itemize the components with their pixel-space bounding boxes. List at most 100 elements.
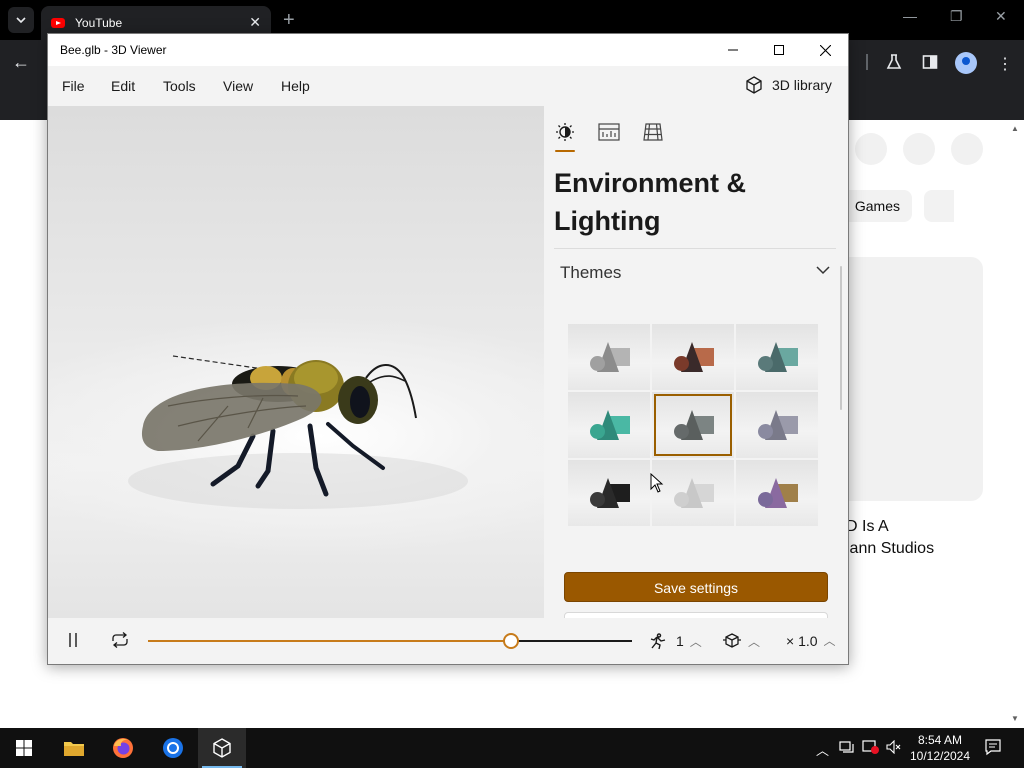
taskbar-firefox[interactable] [99,728,147,768]
menu-tools[interactable]: Tools [163,78,196,94]
theme-preview-sphere [674,424,689,439]
profile-avatar-icon[interactable] [955,52,977,74]
timeline-thumb[interactable] [503,633,519,649]
show-hidden-icons-icon[interactable]: ︿ [816,740,829,759]
theme-preview-sphere [758,356,773,371]
toolbar-divider [866,54,868,70]
notification-icon [985,739,1001,756]
chevron-up-icon: ︿ [748,634,761,649]
channel-avatar[interactable] [903,133,935,165]
themes-expander[interactable]: Themes [554,254,836,294]
theme-tile[interactable] [736,460,818,526]
video-thumbnail[interactable] [836,257,983,501]
theme-preview-sphere [674,492,689,507]
browser-restore-icon[interactable]: ❐ [950,8,963,25]
browser-minimize-icon[interactable]: — [903,8,917,24]
tab-grid-views[interactable] [641,120,665,144]
video-channel-line: lann Studios [846,540,935,557]
close-tab-icon[interactable]: ✕ [249,14,261,31]
close-button[interactable] [802,34,848,66]
theme-tile[interactable] [568,324,650,390]
sun-lighting-icon [556,123,574,141]
maximize-button[interactable] [756,34,802,66]
theme-tile[interactable] [736,324,818,390]
theme-tile[interactable] [736,392,818,458]
theme-preview-sphere [758,424,773,439]
scroll-down-arrow-icon[interactable]: ▼ [1011,714,1019,723]
chevron-down-icon [816,266,830,275]
browser-tab-title: YouTube [75,16,123,30]
chrome-icon [163,738,183,758]
save-settings-button[interactable]: Save settings [564,572,828,602]
animation-selector[interactable]: 1 ︿ [648,632,702,650]
browser-menu-icon[interactable]: ⋮ [997,54,1013,74]
security-warning-icon[interactable] [862,740,880,757]
theme-tile[interactable] [652,324,734,390]
window-title: Bee.glb - 3D Viewer [60,43,167,57]
theme-tile[interactable] [568,392,650,458]
playback-speed-selector[interactable]: × 1.0 ︿ [786,632,836,649]
3d-viewport[interactable] [48,106,544,618]
network-icon[interactable] [839,740,855,757]
menu-file[interactable]: File [62,78,85,94]
scroll-up-arrow-icon[interactable]: ▲ [1011,124,1019,133]
active-tab-indicator [555,150,575,152]
clock-date: 10/12/2024 [909,749,971,763]
folder-icon [64,742,84,756]
back-arrow-icon[interactable]: ← [12,52,30,73]
maximize-icon [774,45,784,55]
video-title-line: D Is A [846,518,889,535]
timeline-slider[interactable] [148,633,632,649]
themes-label: Themes [560,263,622,282]
menu-help[interactable]: Help [281,78,310,94]
channel-avatar[interactable] [855,133,887,165]
channel-avatar[interactable] [951,133,983,165]
taskbar-file-explorer[interactable] [50,728,98,768]
animation-index: 1 [676,633,684,649]
pause-button[interactable] [66,632,80,648]
window-titlebar[interactable]: Bee.glb - 3D Viewer [48,34,848,66]
theme-tile[interactable] [652,392,734,458]
tab-stats-shading[interactable] [597,120,621,144]
notification-center-button[interactable] [984,738,1002,761]
theme-tile[interactable] [652,460,734,526]
3d-library-button[interactable]: 3D library [744,75,832,95]
repeat-icon [112,632,128,648]
running-figure-icon [650,633,666,650]
start-button[interactable] [0,728,48,768]
theme-tile[interactable] [568,460,650,526]
windows-logo-icon [16,740,32,756]
panel-scrollbar[interactable] [840,266,842,410]
grid-icon [643,123,663,141]
tab-search-button[interactable] [8,7,34,33]
system-clock[interactable]: 8:54 AM 10/12/2024 [905,732,975,764]
clock-time: 8:54 AM [917,733,963,747]
mouse-cursor-icon [650,473,664,493]
theme-preview-sphere [590,492,605,507]
browser-close-icon[interactable]: ✕ [995,8,1007,25]
panel-title: Environment & Lighting [554,168,747,236]
theme-preview-sphere [590,356,605,371]
menu-bar: File Edit Tools View Help 3D library [48,66,848,106]
volume-muted-icon[interactable] [886,739,902,757]
labs-flask-icon[interactable] [886,54,902,75]
minimize-button[interactable] [710,34,756,66]
tab-environment-lighting[interactable] [553,120,577,144]
model-parts-selector[interactable]: ︿ [722,632,760,650]
theme-preview-sphere [590,424,605,439]
new-tab-button[interactable]: + [283,9,295,32]
theme-grid [568,324,820,528]
minimize-icon [728,49,738,51]
taskbar-3d-viewer[interactable] [198,728,246,768]
cube-icon [746,76,762,94]
firefox-icon [113,738,133,758]
bee-model[interactable] [48,106,544,618]
taskbar-chrome[interactable] [149,728,197,768]
menu-edit[interactable]: Edit [111,78,135,94]
3d-viewer-window: Bee.glb - 3D Viewer File Edit Tools View… [47,33,849,665]
menu-view[interactable]: View [223,78,253,94]
filter-chip[interactable] [924,190,954,222]
video-title[interactable]: D Is A lann Studios [846,516,934,560]
side-panel-icon[interactable] [922,54,938,75]
loop-button[interactable] [110,632,130,648]
